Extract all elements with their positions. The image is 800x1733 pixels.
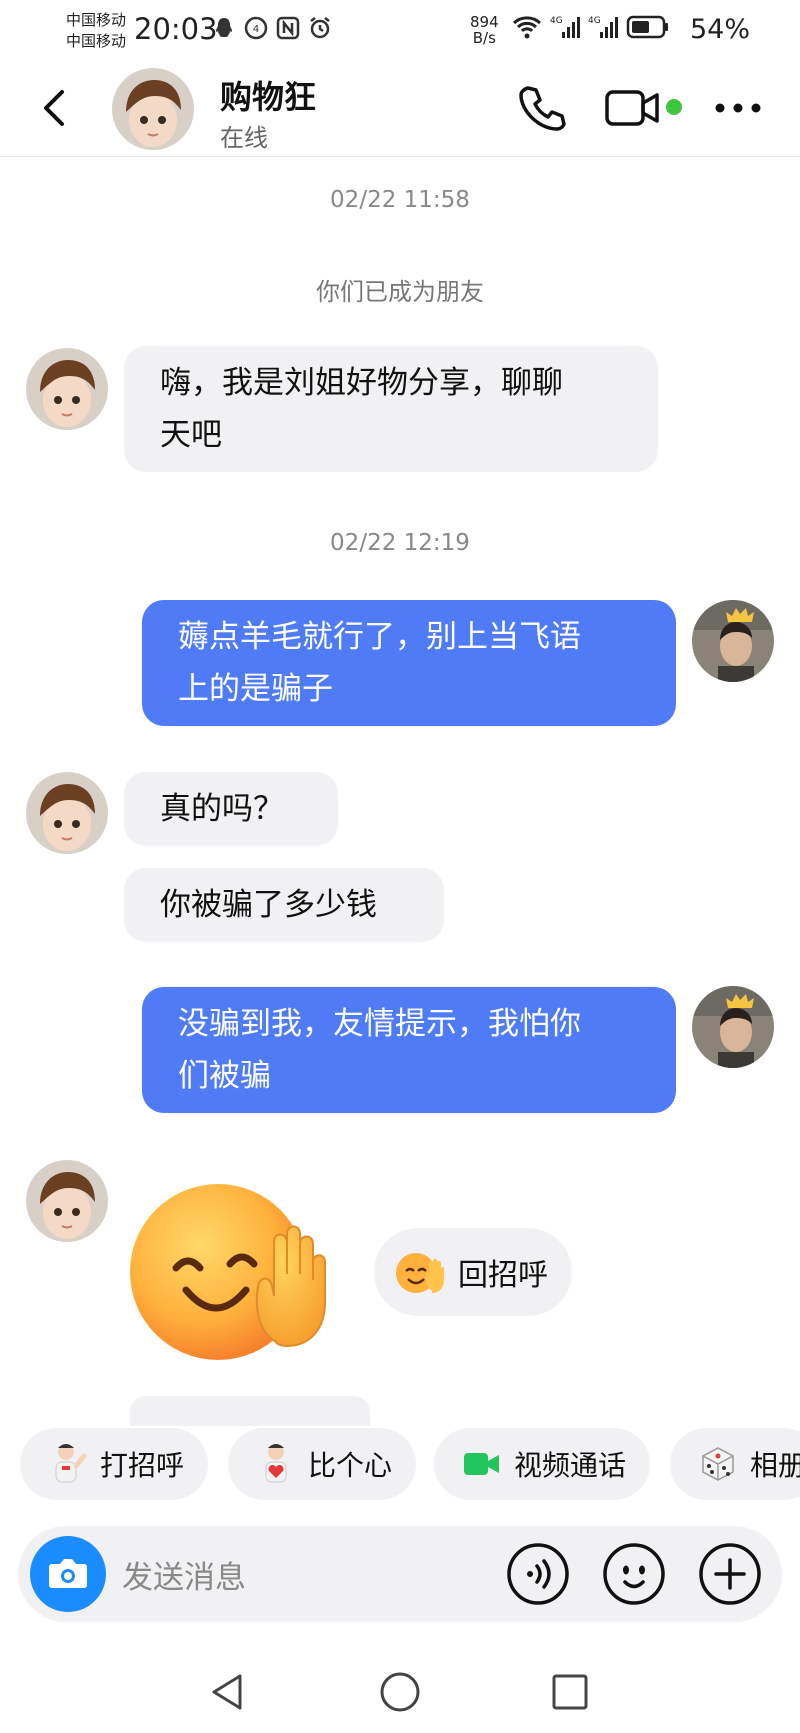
carrier-1: 中国移动 (66, 11, 127, 29)
speed-value: 894 (470, 13, 499, 31)
sender-avatar[interactable] (26, 1160, 108, 1242)
alarm-icon (308, 16, 332, 40)
contact-avatar[interactable] (112, 68, 194, 150)
add-button[interactable] (698, 1542, 762, 1606)
dice-icon (702, 1447, 734, 1481)
triangle-back-icon (212, 1674, 242, 1710)
svg-text:4G: 4G (588, 16, 601, 26)
svg-text:4G: 4G (550, 16, 563, 26)
video-camera-icon (605, 90, 659, 126)
contact-name: 购物狂 (220, 78, 317, 116)
phone-icon (519, 86, 566, 131)
plus-icon (699, 1543, 761, 1605)
camera-button[interactable] (30, 1536, 106, 1612)
sender-avatar[interactable] (26, 772, 108, 854)
message-text: 没骗到我，友情提示，我怕你 (178, 1006, 581, 1042)
system-nav-bar (0, 1640, 800, 1733)
reply-greeting-button[interactable]: 回招呼 (374, 1228, 572, 1316)
battery-icon (626, 14, 670, 44)
signal-4g-icon-1: 4G (550, 14, 580, 44)
svg-text:4: 4 (253, 24, 259, 35)
message-bubble-outgoing[interactable]: 没骗到我，友情提示，我怕你 们被骗 (142, 987, 676, 1113)
message-text: 天吧 (160, 417, 222, 453)
voice-call-button[interactable] (516, 82, 568, 134)
quick-heart-label: 比个心 (308, 1449, 393, 1482)
timestamp: 02/22 11:58 (330, 187, 470, 213)
timestamp: 02/22 12:19 (330, 530, 470, 556)
message-text: 上的是骗子 (178, 671, 333, 707)
network-speed: 894 B/s (470, 14, 499, 46)
quick-greet-button[interactable]: 打招呼 (20, 1428, 208, 1500)
status-bar: 中国移动 中国移动 20:03 4 894 B/s 4G 4G 54% (0, 0, 800, 60)
more-dots-icon (715, 103, 761, 113)
quick-album-button[interactable]: 相册 (670, 1428, 800, 1500)
signal-4g-icon-2: 4G (588, 14, 618, 44)
chat-header: 购物狂 在线 (0, 62, 800, 157)
my-avatar[interactable] (692, 986, 774, 1068)
message-text: 真的吗？ (160, 791, 284, 827)
message-text: 你被骗了多少钱 (160, 887, 377, 923)
quick-album-label: 相册 (750, 1449, 800, 1482)
message-input[interactable]: 发送消息 (122, 1552, 246, 1597)
nav-recents-button[interactable] (548, 1670, 592, 1714)
online-dot (666, 99, 682, 115)
heart-person-icon (265, 1444, 287, 1483)
carrier-labels: 中国移动 中国移动 (66, 10, 126, 52)
nfc-icon (276, 16, 300, 40)
video-call-button[interactable] (604, 86, 660, 130)
status-icons-right: 4G 4G (512, 14, 670, 44)
square-recents-icon (552, 1674, 588, 1710)
status-time: 20:03 (134, 12, 218, 46)
emoji-button[interactable] (602, 1542, 666, 1606)
qq-icon (212, 16, 236, 40)
speed-unit: B/s (472, 29, 496, 47)
quick-video-call-button[interactable]: 视频通话 (434, 1428, 650, 1500)
nav-home-button[interactable] (378, 1670, 422, 1714)
message-text: 们被骗 (178, 1058, 271, 1094)
notification-icons: 4 (212, 16, 332, 40)
waving-smile-emoji[interactable] (126, 1172, 348, 1362)
smiley-icon (603, 1543, 665, 1605)
partial-message-bubble (130, 1396, 370, 1426)
voice-button[interactable] (506, 1542, 570, 1606)
message-input-bar: 发送消息 (18, 1526, 782, 1622)
chevron-left-icon (44, 90, 64, 126)
video-camera-icon (464, 1453, 499, 1475)
back-button[interactable] (36, 86, 76, 130)
reply-greeting-label: 回招呼 (458, 1258, 548, 1293)
camera-icon (49, 1559, 87, 1588)
voice-wave-icon (507, 1543, 569, 1605)
quick-greet-label: 打招呼 (100, 1449, 185, 1482)
nav-back-button[interactable] (206, 1670, 250, 1714)
quick-heart-button[interactable]: 比个心 (228, 1428, 416, 1500)
my-avatar[interactable] (692, 600, 774, 682)
quick-video-call-label: 视频通话 (514, 1449, 627, 1482)
more-button[interactable] (712, 90, 764, 126)
message-text: 嗨，我是刘姐好物分享，聊聊 (160, 365, 563, 401)
system-message: 你们已成为朋友 (316, 278, 484, 306)
sync-badge-icon: 4 (244, 16, 268, 40)
message-bubble-incoming[interactable]: 真的吗？ (124, 772, 338, 846)
quick-actions-bar: 打招呼 比个心 视频通话 相册 (0, 1428, 800, 1506)
waving-person-icon (55, 1444, 87, 1483)
circle-home-icon (380, 1672, 420, 1712)
message-bubble-incoming[interactable]: 嗨，我是刘姐好物分享，聊聊 天吧 (124, 346, 658, 472)
message-bubble-incoming[interactable]: 你被骗了多少钱 (124, 868, 444, 942)
wifi-icon (512, 14, 542, 44)
waving-smile-icon (396, 1253, 444, 1293)
message-text: 薅点羊毛就行了，别上当飞语 (178, 619, 581, 655)
battery-percent: 54% (690, 14, 751, 45)
sender-avatar[interactable] (26, 348, 108, 430)
online-status: 在线 (220, 124, 268, 152)
message-bubble-outgoing[interactable]: 薅点羊毛就行了，别上当飞语 上的是骗子 (142, 600, 676, 726)
carrier-2: 中国移动 (66, 32, 127, 50)
